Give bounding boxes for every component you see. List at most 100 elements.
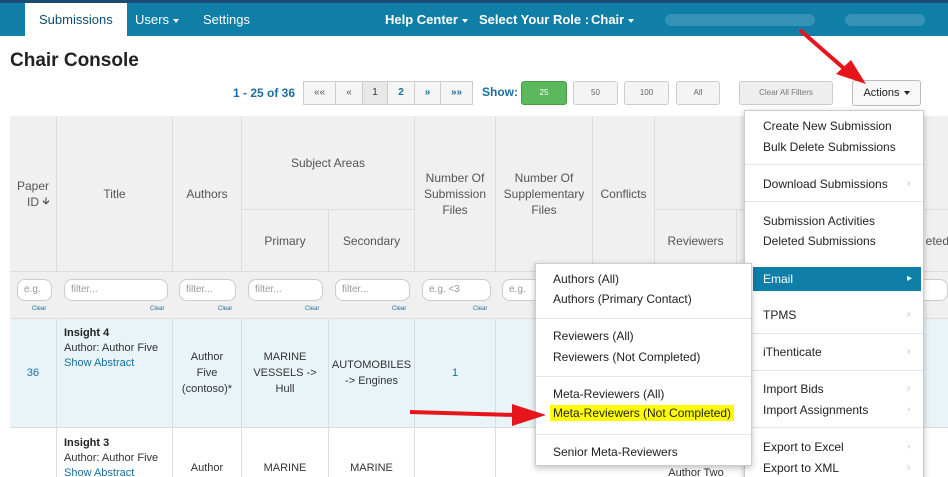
- menu-divider: [536, 434, 751, 435]
- header-title[interactable]: Title: [57, 116, 173, 272]
- email-reviewers-not-completed[interactable]: Reviewers (Not Completed): [553, 350, 700, 364]
- menu-create-new-submission[interactable]: Create New Submission: [763, 119, 892, 133]
- email-meta-reviewers-not-completed-label: Meta-Reviewers (Not Completed): [550, 405, 735, 421]
- pager-page-2-button[interactable]: 2: [387, 81, 415, 105]
- header-num-supplementary-files[interactable]: Number Of Supplementary Files: [496, 116, 593, 272]
- menu-import-assignments-label: Import Assignments: [763, 403, 869, 417]
- menu-download-label: Download Submissions: [763, 177, 888, 191]
- menu-divider: [536, 318, 751, 319]
- filter-submission-files-input[interactable]: e.g. <3: [422, 279, 491, 301]
- chevron-right-icon: ›: [907, 383, 911, 394]
- menu-tpms-label: TPMS: [763, 308, 797, 322]
- page-title: Chair Console: [10, 50, 139, 71]
- header-paper-id[interactable]: Paper ID 🡳: [10, 116, 57, 272]
- row1-submission-files[interactable]: 1: [415, 319, 496, 428]
- row1-secondary: AUTOMOBILES -> Engines: [329, 319, 415, 428]
- chevron-right-icon: ›: [907, 404, 911, 415]
- show-50-button[interactable]: 50: [573, 81, 618, 105]
- menu-import-bids-label: Import Bids: [763, 382, 824, 396]
- chevron-down-icon: [628, 18, 635, 23]
- menu-submission-activities[interactable]: Submission Activities: [763, 214, 875, 228]
- pager-next-button[interactable]: »: [414, 81, 441, 105]
- row2-paper-id[interactable]: [10, 428, 57, 477]
- row1-author-line: Author: Author Five: [64, 342, 159, 354]
- filter-primary-clear[interactable]: Clear: [305, 306, 319, 312]
- header-secondary[interactable]: Secondary: [329, 210, 415, 272]
- menu-divider: [745, 164, 923, 165]
- nav-role-value: Chair: [591, 12, 625, 27]
- chevron-right-icon: ›: [907, 441, 911, 452]
- header-conflicts[interactable]: Conflicts: [593, 116, 655, 272]
- menu-divider: [745, 333, 923, 334]
- row1-paper-id-link[interactable]: 36: [27, 365, 39, 381]
- show-label: Show:: [482, 85, 518, 99]
- menu-ithenticate[interactable]: iThenticate ›: [763, 345, 921, 359]
- row2-secondary: MARINE: [329, 428, 415, 477]
- nav-help-center-menu[interactable]: Help Center: [385, 3, 468, 36]
- email-reviewers-all[interactable]: Reviewers (All): [553, 329, 634, 343]
- nav-settings-label: Settings: [203, 12, 250, 27]
- nav-submissions-tab[interactable]: Submissions: [25, 3, 127, 36]
- menu-export-excel[interactable]: Export to Excel ›: [763, 440, 921, 454]
- menu-deleted-submissions[interactable]: Deleted Submissions: [763, 234, 876, 248]
- row1-title: Insight 4: [64, 327, 110, 339]
- email-submenu: Authors (All) Authors (Primary Contact) …: [535, 263, 752, 466]
- nav-users-menu[interactable]: Users: [135, 3, 179, 36]
- pager-prev-button[interactable]: «: [335, 81, 363, 105]
- show-all-button[interactable]: All: [676, 81, 720, 105]
- header-num-submission-files[interactable]: Number Of Submission Files: [415, 116, 496, 272]
- pager-page-1-button[interactable]: 1: [362, 81, 388, 105]
- show-25-button[interactable]: 25: [521, 81, 567, 105]
- email-senior-meta-reviewers[interactable]: Senior Meta-Reviewers: [553, 445, 678, 459]
- menu-bulk-delete-submissions[interactable]: Bulk Delete Submissions: [763, 140, 896, 154]
- header-subject-areas: Subject Areas: [242, 116, 415, 210]
- pager-first-button[interactable]: ««: [303, 81, 336, 105]
- menu-import-bids[interactable]: Import Bids ›: [763, 382, 921, 396]
- header-primary[interactable]: Primary: [242, 210, 329, 272]
- email-authors-primary-contact[interactable]: Authors (Primary Contact): [553, 292, 692, 306]
- row2-reviewers: Author Two: [668, 467, 724, 477]
- chevron-down-icon: [172, 18, 179, 23]
- filter-submission-files-clear[interactable]: Clear: [473, 306, 487, 312]
- filter-paper-id-clear[interactable]: Clear: [32, 306, 46, 312]
- menu-download-submissions[interactable]: Download Submissions ›: [763, 177, 921, 191]
- filter-authors-input[interactable]: filter...: [179, 279, 236, 301]
- filter-title-clear[interactable]: Clear: [150, 306, 164, 312]
- actions-button[interactable]: Actions: [852, 80, 921, 106]
- row1-submission-files-link[interactable]: 1: [452, 365, 458, 381]
- nav-settings-tab[interactable]: Settings: [203, 3, 250, 36]
- row1-show-abstract-link[interactable]: Show Abstract: [64, 356, 158, 371]
- email-meta-reviewers-not-completed[interactable]: Meta-Reviewers (Not Completed): [550, 405, 735, 421]
- row2-submission-files: [415, 428, 496, 477]
- chevron-down-icon: [461, 18, 468, 23]
- menu-export-xml[interactable]: Export to XML ›: [763, 461, 921, 475]
- header-authors[interactable]: Authors: [173, 116, 242, 272]
- row2-title-block: Insight 3 Author: Author Five Show Abstr…: [64, 436, 158, 477]
- chevron-right-icon: ›: [907, 178, 911, 189]
- nav-submissions-label: Submissions: [39, 12, 113, 27]
- filter-paper-id-input[interactable]: e.g.: [17, 279, 52, 301]
- menu-divider: [745, 427, 923, 428]
- user-name-redacted: [665, 14, 815, 26]
- menu-email[interactable]: Email ▸: [753, 267, 921, 291]
- email-authors-all[interactable]: Authors (All): [553, 272, 619, 286]
- clear-all-filters-button[interactable]: Clear All Filters: [739, 81, 833, 105]
- pager-last-button[interactable]: »»: [440, 81, 473, 105]
- nav-role-selector[interactable]: Chair: [591, 3, 635, 36]
- filter-primary-input[interactable]: filter...: [248, 279, 323, 301]
- filter-authors-clear[interactable]: Clear: [218, 306, 232, 312]
- actions-dropdown-menu: Create New Submission Bulk Delete Submis…: [744, 110, 924, 477]
- filter-secondary-input[interactable]: filter...: [335, 279, 410, 301]
- row1-primary: MARINE VESSELS -> Hull: [242, 319, 329, 428]
- chevron-right-icon: ›: [907, 346, 911, 357]
- row2-show-abstract-link[interactable]: Show Abstract: [64, 466, 158, 477]
- menu-divider: [745, 370, 923, 371]
- show-100-button[interactable]: 100: [624, 81, 669, 105]
- email-meta-reviewers-all[interactable]: Meta-Reviewers (All): [553, 387, 664, 401]
- row1-authors: Author Five (contoso)*: [173, 319, 242, 428]
- menu-tpms[interactable]: TPMS ›: [763, 308, 921, 322]
- menu-import-assignments[interactable]: Import Assignments ›: [763, 403, 921, 417]
- row1-paper-id[interactable]: 36: [10, 319, 57, 428]
- filter-title-input[interactable]: filter...: [64, 279, 168, 301]
- filter-secondary-clear[interactable]: Clear: [392, 306, 406, 312]
